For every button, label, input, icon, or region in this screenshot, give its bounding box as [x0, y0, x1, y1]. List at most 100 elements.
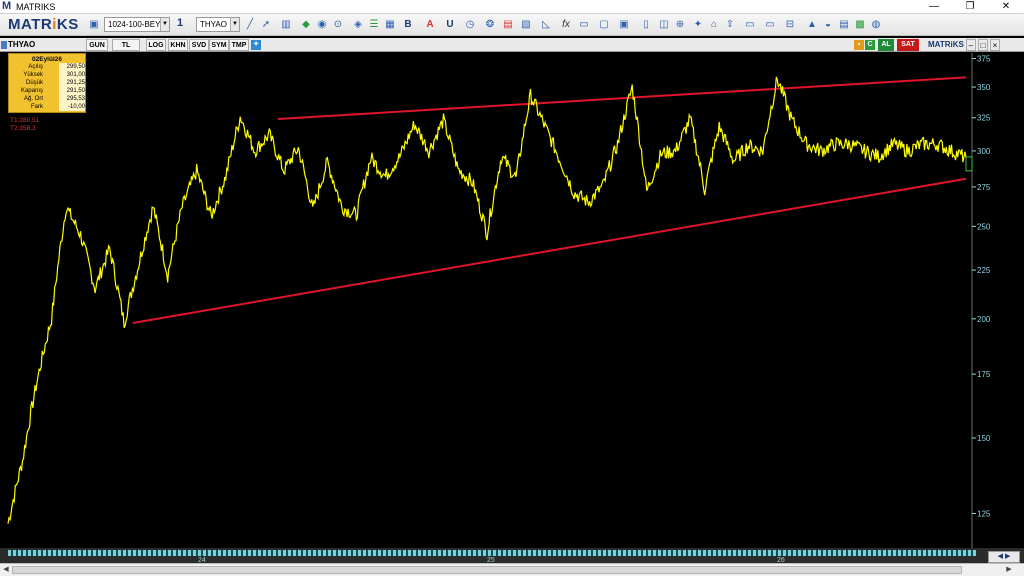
scroll-left-icon[interactable]: ◀ — [1, 565, 11, 575]
layout-select[interactable]: 1024-100-BEYA ▼ — [104, 17, 170, 32]
zoom-icon[interactable]: ⊕ — [674, 18, 686, 31]
scroll-right-icon[interactable]: ▶ — [1004, 565, 1014, 575]
brand-logo: MATRiKS — [8, 16, 79, 33]
symbol-select[interactable]: THYAO ▼ — [196, 17, 240, 32]
tab-tmp[interactable]: TMP — [229, 39, 249, 51]
trendline-t2 — [277, 76, 967, 121]
trendline-t1-label: T1:280,51 — [10, 117, 40, 124]
layers-icon[interactable]: ◫ — [658, 18, 670, 31]
iop-icon[interactable]: ▤ — [502, 18, 514, 31]
settings-icon[interactable]: ◍ — [870, 18, 882, 31]
export-icon[interactable]: ⇪ — [724, 18, 736, 31]
twitter-icon[interactable]: ✦ — [692, 18, 704, 31]
history-icon[interactable]: ◷ — [464, 18, 476, 31]
window-icon[interactable]: ▢ — [598, 18, 610, 31]
tab-svd[interactable]: SVD — [189, 39, 209, 51]
y-tick-label: 300 — [977, 147, 991, 156]
c-button[interactable]: C — [865, 40, 875, 50]
info-icon[interactable]: ❂ — [484, 18, 496, 31]
ohlc-info-box: 02Eylül26 Açılış 299,50 Yüksek 301,00 Düşü… — [8, 53, 86, 113]
font-color-icon[interactable]: A — [424, 18, 436, 31]
tab-tl[interactable]: TL — [112, 39, 140, 51]
period-select[interactable]: 1 — [174, 17, 194, 32]
info-row-close: Kapanış 291,50 — [20, 87, 85, 95]
y-tick-label: 275 — [977, 183, 991, 192]
twitter-icon[interactable]: ✦ — [251, 40, 261, 50]
trendline-t2-label: T2:358,3 — [10, 125, 36, 132]
buy-button[interactable]: AL — [878, 39, 894, 51]
chevron-down-icon: ▼ — [160, 18, 169, 31]
alert-icon[interactable]: ◒ — [822, 18, 834, 31]
y-tick-label: 250 — [977, 222, 991, 231]
panel-close-button[interactable]: × — [990, 39, 1000, 51]
layout-icon[interactable]: ▣ — [618, 18, 630, 31]
y-tick-label: 150 — [977, 434, 991, 443]
dashboard-icon[interactable]: ◈ — [352, 18, 364, 31]
copy-icon[interactable]: ▭ — [578, 18, 590, 31]
scrollbar-thumb[interactable] — [12, 566, 962, 574]
price-series-line — [7, 76, 967, 524]
y-tick-label: 225 — [977, 266, 991, 275]
sell-button[interactable]: SAT — [897, 39, 919, 51]
calculator-icon[interactable]: ▤ — [838, 18, 850, 31]
minimize-button[interactable]: — — [916, 0, 952, 14]
stack-icon[interactable]: ▩ — [854, 18, 866, 31]
chart-icon — [1, 41, 7, 49]
y-tick-label: 325 — [977, 114, 991, 123]
save-icon[interactable]: ▣ — [88, 18, 100, 31]
y-tick-label: 175 — [977, 370, 991, 379]
trendline-t1 — [132, 177, 967, 324]
refresh-icon[interactable]: ⊙ — [332, 18, 344, 31]
bold-icon[interactable]: B — [402, 18, 414, 31]
chat-icon[interactable]: ▭ — [744, 18, 756, 31]
tab-gun[interactable]: GUN — [86, 39, 108, 51]
panel-maximize-button[interactable]: □ — [978, 39, 988, 51]
time-strip[interactable] — [8, 550, 976, 556]
line-tool-icon[interactable]: ╱ — [244, 18, 256, 31]
time-navigator[interactable]: 24 25 26 ◀ ▶ ◀ ▶ — [0, 548, 1024, 576]
bookmark-icon[interactable]: ⌂ — [708, 18, 720, 31]
app-logo-icon: M — [2, 0, 12, 12]
window-titlebar: M MATRIKS — ❐ ✕ — [0, 0, 1024, 14]
chart-icon[interactable]: ◺ — [540, 18, 552, 31]
list-icon[interactable]: ☰ — [368, 18, 380, 31]
info-row-avg: Ağ. Ort 295,53 — [23, 95, 85, 103]
underline-icon[interactable]: U — [444, 18, 456, 31]
lock-icon[interactable]: ▪ — [854, 40, 864, 50]
compress-icon[interactable]: ⊟ — [784, 18, 796, 31]
horizontal-scrollbar[interactable]: ◀ ▶ — [0, 563, 1024, 576]
brand-label: MATRiKS — [928, 40, 964, 49]
chart-tabbar: THYAO GUN TL LOG KHN SVD SYM TMP ✦ ▪ C A… — [0, 38, 1024, 52]
image-icon[interactable]: ▧ — [520, 18, 532, 31]
last-price-marker — [965, 156, 973, 172]
info-row-low: Düşük 291,25 — [25, 79, 85, 87]
restore-button[interactable]: ❐ — [952, 0, 988, 14]
info-row-change: Fark -10,00 — [31, 103, 85, 111]
document-icon[interactable]: ▯ — [640, 18, 652, 31]
bar-chart-icon[interactable]: ▥ — [280, 18, 292, 31]
tab-sym[interactable]: SYM — [209, 39, 229, 51]
y-tick-label: 350 — [977, 83, 991, 92]
cursor-icon[interactable]: ➚ — [260, 18, 272, 31]
bell-icon[interactable]: ▲ — [806, 18, 818, 31]
chart-symbol-label: THYAO — [8, 40, 36, 49]
info-date: 02Eylül26 — [32, 56, 62, 63]
tab-khn[interactable]: KHN — [168, 39, 188, 51]
expand-icon[interactable]: ▭ — [764, 18, 776, 31]
panel-minimize-button[interactable]: – — [966, 39, 976, 51]
window-title: MATRIKS — [16, 2, 56, 12]
grid-icon[interactable]: ▦ — [384, 18, 396, 31]
chart-canvas[interactable]: 125 150 175 200 225 250 275 300 325 350 375 — [0, 53, 1024, 548]
navigator-arrows[interactable]: ◀ ▶ — [988, 551, 1020, 563]
info-row-open: Açılış 299,50 — [28, 63, 85, 71]
clock-icon[interactable]: ◉ — [316, 18, 328, 31]
y-tick-label: 125 — [977, 509, 991, 518]
close-button[interactable]: ✕ — [988, 0, 1024, 14]
price-chart[interactable]: 125 150 175 200 225 250 275 300 325 350 375 02Eylü… — [0, 53, 1024, 548]
formula-icon[interactable]: fx — [560, 18, 572, 31]
palette-icon[interactable]: ◆ — [300, 18, 312, 31]
tab-log[interactable]: LOG — [146, 39, 166, 51]
chevron-down-icon: ▼ — [230, 18, 239, 31]
y-tick-label: 200 — [977, 315, 991, 324]
main-toolbar: MATRiKS ▣ 1024-100-BEYA ▼ 1 THYAO ▼ ╱ ➚ ▥ … — [0, 14, 1024, 36]
